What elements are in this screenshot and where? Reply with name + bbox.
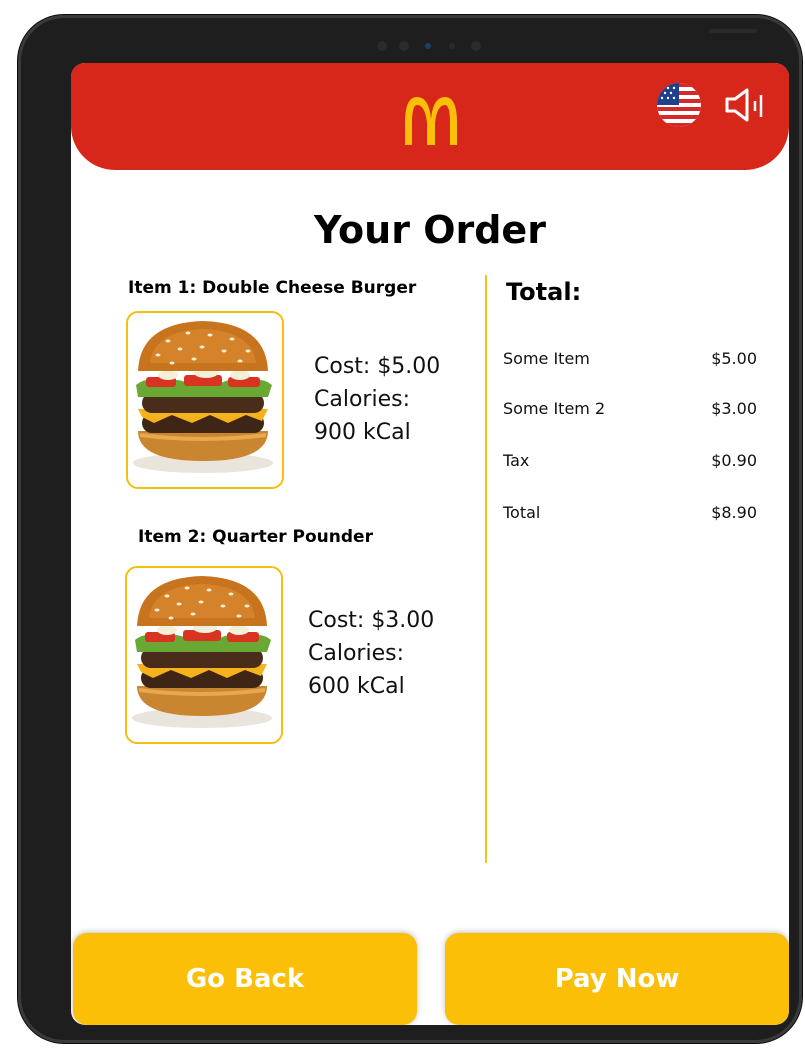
- sensor-dot: [449, 43, 455, 49]
- sensor-dot: [377, 41, 387, 51]
- kiosk-screen: Your Order Item 1: Double Cheese Burger …: [71, 63, 789, 1025]
- burger-image: [125, 566, 283, 744]
- column-divider: [485, 275, 487, 863]
- us-flag-icon[interactable]: [657, 83, 701, 127]
- sensor-dot: [399, 41, 409, 51]
- camera-icon: [425, 43, 431, 49]
- item-details: Cost: $3.00 Calories: 600 kCal: [308, 604, 434, 703]
- totals-row-amount: $3.00: [711, 399, 757, 418]
- tablet-frame: Your Order Item 1: Double Cheese Burger …: [18, 15, 802, 1043]
- totals-row-name: Some Item 2: [503, 399, 606, 418]
- totals-row: Some Item 2 $3.00: [503, 399, 757, 427]
- page-title: Your Order: [314, 208, 546, 252]
- item-calories-label: Calories:: [314, 387, 410, 412]
- header-bar: [71, 63, 789, 170]
- totals-row-name: Tax: [503, 451, 530, 470]
- item-calories-label: Calories:: [308, 641, 404, 666]
- totals-row-amount: $8.90: [711, 503, 757, 522]
- item-title: Item 1: Double Cheese Burger: [128, 278, 417, 298]
- item-details: Cost: $5.00 Calories: 900 kCal: [314, 350, 440, 449]
- totals-row: Tax $0.90: [503, 451, 757, 479]
- golden-arches-logo: [405, 97, 457, 145]
- go-back-button[interactable]: Go Back: [73, 933, 417, 1025]
- totals-row-name: Some Item: [503, 349, 590, 368]
- pay-now-button[interactable]: Pay Now: [445, 933, 789, 1025]
- item-calories-value: 900 kCal: [314, 420, 411, 445]
- item-cost: Cost: $3.00: [308, 608, 435, 633]
- totals-title: Total:: [506, 278, 582, 306]
- totals-row: Some Item $5.00: [503, 349, 757, 377]
- speaker-icon[interactable]: [723, 87, 769, 123]
- item-cost: Cost: $5.00: [314, 354, 441, 379]
- item-title: Item 2: Quarter Pounder: [138, 527, 373, 547]
- totals-row: Total $8.90: [503, 503, 757, 531]
- sensor-dot: [471, 41, 481, 51]
- burger-image: [126, 311, 284, 489]
- totals-row-name: Total: [503, 503, 541, 522]
- totals-row-amount: $5.00: [711, 349, 757, 368]
- power-button: [709, 29, 757, 33]
- camera-bar: [373, 37, 493, 55]
- totals-row-amount: $0.90: [711, 451, 757, 470]
- item-calories-value: 600 kCal: [308, 674, 405, 699]
